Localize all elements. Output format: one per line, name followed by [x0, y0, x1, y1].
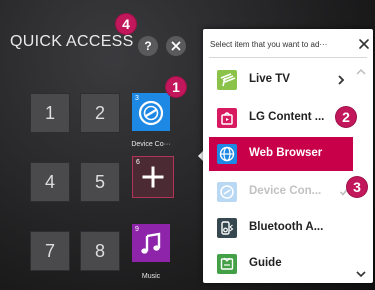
music-note-icon	[141, 232, 161, 254]
panel-item-label: Device Con...	[249, 185, 322, 197]
close-button[interactable]	[166, 36, 186, 56]
lg-content-icon	[217, 108, 237, 128]
panel-item-lg-content-store[interactable]: LG Content ...	[209, 101, 353, 135]
panel-item-label: Web Browser	[249, 147, 323, 159]
quick-access-slot-6[interactable]: 6	[132, 156, 174, 198]
guide-icon	[217, 254, 237, 274]
scroll-up-icon[interactable]	[355, 67, 367, 77]
panel-item-label: Bluetooth A...	[249, 221, 324, 233]
plus-icon	[142, 166, 164, 188]
quick-access-slot-4[interactable]: 4	[30, 162, 70, 202]
chevron-right-icon	[338, 75, 345, 85]
app-caption: Music	[141, 273, 161, 280]
quick-access-slot-7[interactable]: 7	[30, 231, 70, 271]
help-button[interactable]: ?	[138, 36, 158, 56]
callout-badge-3: 3	[347, 177, 367, 197]
question-icon: ?	[144, 39, 152, 53]
panel-item-device-connector: Device Con...	[209, 175, 353, 209]
panel-item-live-tv[interactable]: Live TV	[209, 63, 353, 97]
add-item-panel: Select item that you want to ad··· Live …	[203, 29, 373, 283]
close-icon	[359, 39, 369, 49]
quick-access-slot-2[interactable]: 2	[80, 93, 120, 133]
quick-access-slot-8[interactable]: 8	[80, 231, 120, 271]
callout-badge-2: 2	[336, 107, 356, 127]
panel-item-label: Guide	[249, 257, 282, 269]
divider	[209, 57, 367, 58]
panel-item-web-browser[interactable]: Web Browser	[209, 137, 353, 171]
panel-item-bluetooth-audio[interactable]: Bluetooth A...	[209, 211, 353, 245]
panel-item-guide[interactable]: Guide	[209, 247, 353, 281]
quick-access-title: QUICK ACCESS	[10, 33, 134, 50]
panel-close-button[interactable]	[358, 37, 370, 55]
device-connector-icon	[138, 100, 164, 126]
antenna-icon	[217, 70, 237, 90]
app-caption: Device Co···	[131, 141, 171, 148]
callout-badge-4: 4	[116, 14, 136, 34]
panel-item-label: Live TV	[249, 73, 290, 85]
panel-item-label: LG Content ...	[249, 111, 325, 123]
quick-access-slot-3[interactable]: 3	[132, 93, 170, 131]
callout-badge-1: 1	[166, 77, 186, 97]
close-icon	[171, 41, 181, 51]
quick-access-slot-1[interactable]: 1	[30, 93, 70, 133]
bluetooth-audio-icon	[217, 218, 237, 238]
tv-screen: QUICK ACCESS ? 1 2 4 5 7 8 3 Device Co··…	[0, 0, 375, 290]
globe-icon	[217, 144, 237, 164]
quick-access-slot-5[interactable]: 5	[80, 162, 120, 202]
panel-header: Select item that you want to ad···	[210, 40, 328, 49]
scroll-down-icon[interactable]	[355, 269, 367, 279]
device-connector-icon	[217, 182, 237, 202]
quick-access-slot-9[interactable]: 9	[132, 224, 170, 262]
